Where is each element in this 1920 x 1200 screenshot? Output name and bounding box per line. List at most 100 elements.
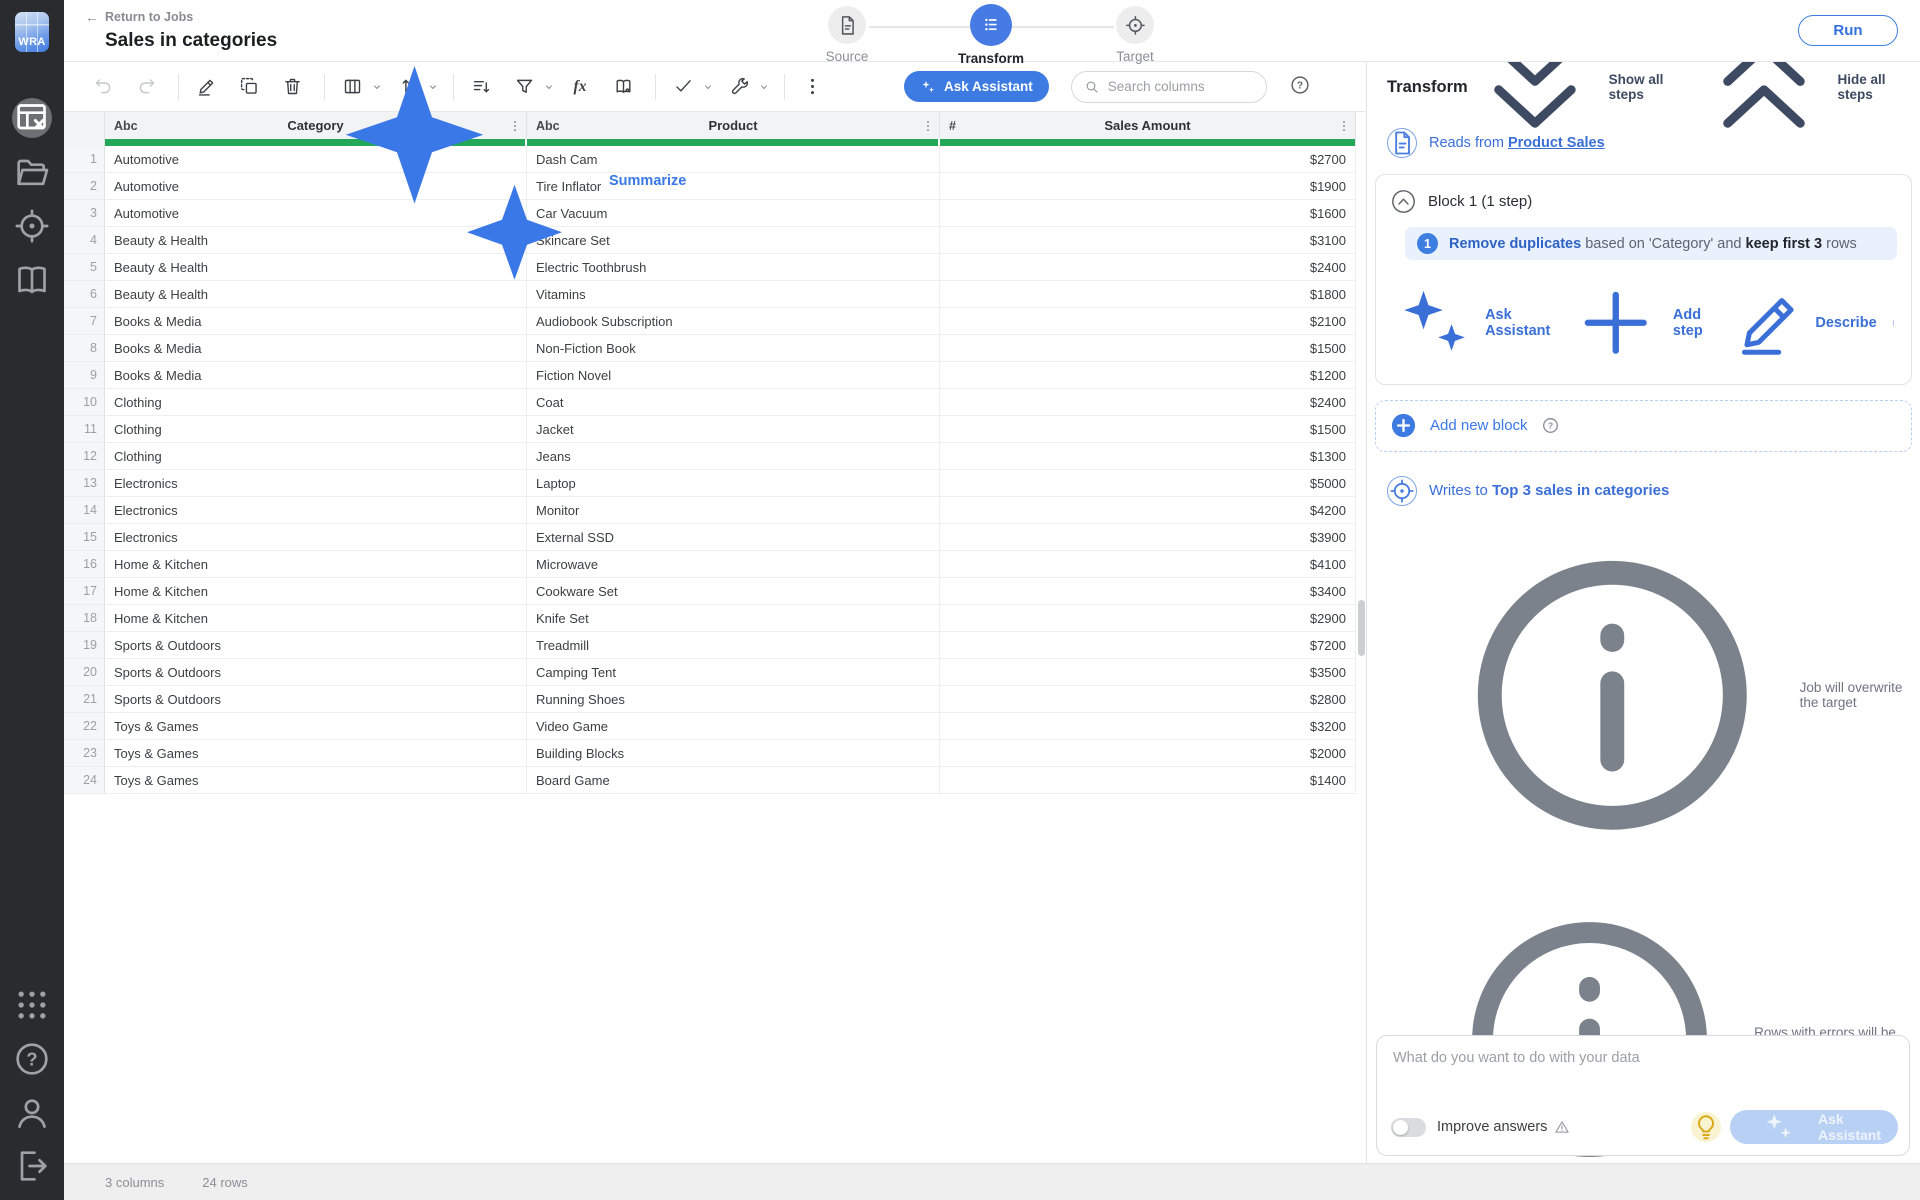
cell[interactable]: Home & Kitchen [105, 551, 527, 578]
cell[interactable]: $2400 [940, 389, 1356, 416]
chat-ask-assistant-button[interactable]: Ask Assistant [1730, 1110, 1898, 1144]
search-columns-input[interactable] [1108, 79, 1248, 94]
cell[interactable]: $7200 [940, 632, 1356, 659]
cell[interactable]: $1500 [940, 416, 1356, 443]
cell[interactable]: Non-Fiction Book [527, 335, 940, 362]
cell[interactable]: $2000 [940, 740, 1356, 767]
cell[interactable]: Microwave [527, 551, 940, 578]
sidebar-item-projects[interactable] [12, 153, 52, 193]
cell[interactable]: $3400 [940, 578, 1356, 605]
cell[interactable]: Jeans [527, 443, 940, 470]
step-source[interactable]: Source [802, 0, 892, 64]
more-button[interactable] [797, 72, 827, 102]
cell[interactable]: Video Game [527, 713, 940, 740]
chat-input[interactable]: What do you want to do with your data [1393, 1050, 1640, 1066]
column-menu-icon[interactable] [1337, 119, 1351, 133]
cell[interactable]: $1300 [940, 443, 1356, 470]
cell[interactable]: $2400 [940, 254, 1356, 281]
cell[interactable]: $1800 [940, 281, 1356, 308]
cell[interactable]: Running Shoes [527, 686, 940, 713]
sidebar-item-library[interactable] [12, 260, 52, 300]
cell[interactable]: Cookware Set [527, 578, 940, 605]
step-transform[interactable]: Transform [946, 0, 1036, 66]
cell[interactable]: Electronics [105, 497, 527, 524]
cell[interactable]: $5000 [940, 470, 1356, 497]
cell[interactable]: Toys & Games [105, 740, 527, 767]
cell[interactable]: Books & Media [105, 362, 527, 389]
cell[interactable]: $1600 [940, 200, 1356, 227]
cell[interactable]: $2100 [940, 308, 1356, 335]
run-button[interactable]: Run [1798, 15, 1898, 46]
cell[interactable]: $4200 [940, 497, 1356, 524]
cell[interactable]: External SSD [527, 524, 940, 551]
block-more-menu[interactable] [1890, 314, 1897, 332]
cell[interactable]: $2800 [940, 686, 1356, 713]
target-link[interactable]: Top 3 sales in categories [1492, 482, 1669, 499]
chevron-down-icon[interactable] [758, 81, 770, 93]
column-header-sales-amount[interactable]: #Sales Amount [940, 112, 1356, 139]
cell[interactable]: Electronics [105, 524, 527, 551]
cell[interactable]: Clothing [105, 389, 527, 416]
cell[interactable]: Home & Kitchen [105, 578, 527, 605]
cell[interactable]: $3100 [940, 227, 1356, 254]
cell[interactable]: $2700 [940, 146, 1356, 173]
cell[interactable]: Clothing [105, 443, 527, 470]
suggestions-bulb-button[interactable] [1691, 1112, 1721, 1142]
cell[interactable]: $1200 [940, 362, 1356, 389]
cell[interactable]: Fiction Novel [527, 362, 940, 389]
edit-button[interactable] [191, 72, 221, 102]
sidebar-item-apps[interactable] [12, 985, 52, 1025]
summarize-button[interactable]: Summarize [302, 31, 686, 331]
sidebar-item-help[interactable]: ? [12, 1039, 52, 1079]
collapse-block-button[interactable] [1390, 188, 1417, 215]
cell[interactable]: Books & Media [105, 335, 527, 362]
cell[interactable]: Jacket [527, 416, 940, 443]
vertical-scrollbar[interactable] [1358, 600, 1365, 656]
sidebar-item-transform[interactable] [12, 98, 52, 138]
sidebar-item-profile[interactable] [12, 1093, 52, 1133]
step-target[interactable]: Target [1090, 0, 1180, 64]
copy-button[interactable] [234, 72, 264, 102]
cell[interactable]: $4100 [940, 551, 1356, 578]
sidebar-item-signout[interactable] [12, 1146, 52, 1186]
cell[interactable]: Knife Set [527, 605, 940, 632]
help-circle-icon[interactable]: ? [1541, 416, 1560, 435]
add-new-block-button[interactable]: Add new block ? [1375, 400, 1912, 452]
describe-button[interactable]: Describe [1732, 285, 1877, 360]
cell[interactable]: $1500 [940, 335, 1356, 362]
app-logo[interactable]: WRA [15, 12, 49, 52]
ask-assistant-button[interactable]: Ask Assistant [904, 71, 1049, 102]
cell[interactable]: Sports & Outdoors [105, 686, 527, 713]
block-ask-assistant-button[interactable]: Ask Assistant [1392, 281, 1550, 365]
cell[interactable]: $3900 [940, 524, 1356, 551]
redo-button[interactable] [131, 72, 161, 102]
cell[interactable]: $2900 [940, 605, 1356, 632]
cell[interactable]: Monitor [527, 497, 940, 524]
tools-button[interactable] [724, 72, 754, 102]
cell[interactable]: Sports & Outdoors [105, 632, 527, 659]
cell[interactable]: Sports & Outdoors [105, 659, 527, 686]
cell[interactable]: Board Game [527, 767, 940, 794]
source-link[interactable]: Product Sales [1508, 135, 1605, 151]
cell[interactable]: $3500 [940, 659, 1356, 686]
cell[interactable]: Clothing [105, 416, 527, 443]
cell[interactable]: Toys & Games [105, 767, 527, 794]
sidebar-item-targets[interactable] [12, 206, 52, 246]
search-columns-box[interactable] [1071, 71, 1267, 103]
cell[interactable]: $1900 [940, 173, 1356, 200]
improve-answers-toggle[interactable] [1391, 1118, 1426, 1137]
help-button[interactable]: ? [1289, 74, 1315, 100]
column-menu-icon[interactable] [921, 119, 935, 133]
add-step-button[interactable]: Add step [1568, 275, 1713, 371]
block-step[interactable]: 1 Remove duplicates based on 'Category' … [1405, 227, 1897, 260]
cell[interactable]: $3200 [940, 713, 1356, 740]
cell[interactable]: Treadmill [527, 632, 940, 659]
cell[interactable]: Toys & Games [105, 713, 527, 740]
undo-button[interactable] [88, 72, 118, 102]
cell[interactable]: $1400 [940, 767, 1356, 794]
cell[interactable]: Home & Kitchen [105, 605, 527, 632]
cell[interactable]: Laptop [527, 470, 940, 497]
cell[interactable]: Building Blocks [527, 740, 940, 767]
cell[interactable]: Coat [527, 389, 940, 416]
cell[interactable]: Electronics [105, 470, 527, 497]
